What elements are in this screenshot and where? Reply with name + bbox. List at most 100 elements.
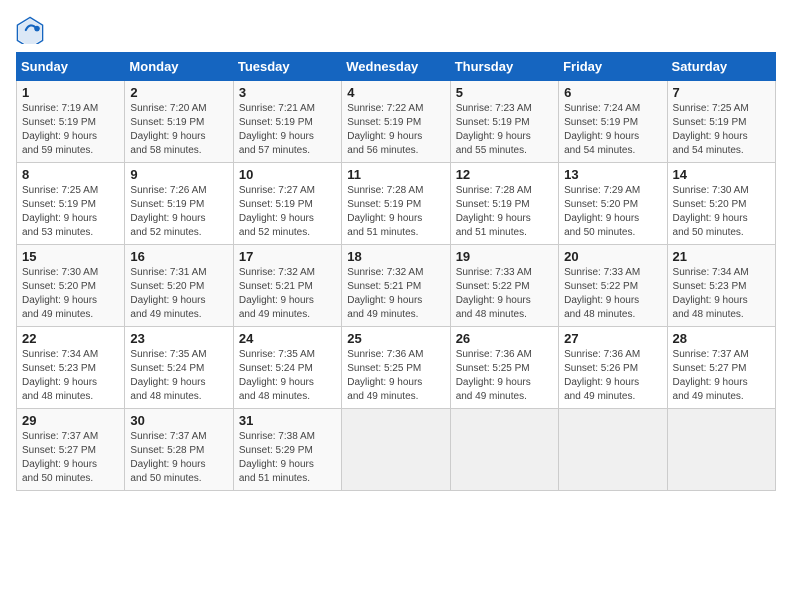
calendar-cell <box>450 409 558 491</box>
day-info: Sunrise: 7:27 AM Sunset: 5:19 PM Dayligh… <box>239 184 336 240</box>
day-info: Sunrise: 7:23 AM Sunset: 5:19 PM Dayligh… <box>456 102 553 158</box>
calendar-cell: 5 Sunrise: 7:23 AM Sunset: 5:19 PM Daylig… <box>450 81 558 163</box>
day-number: 14 <box>673 167 770 182</box>
calendar-cell: 30 Sunrise: 7:37 AM Sunset: 5:28 PM Dayli… <box>125 409 233 491</box>
day-info: Sunrise: 7:30 AM Sunset: 5:20 PM Dayligh… <box>673 184 770 240</box>
calendar-cell: 9 Sunrise: 7:26 AM Sunset: 5:19 PM Daylig… <box>125 163 233 245</box>
day-number: 12 <box>456 167 553 182</box>
day-number: 3 <box>239 85 336 100</box>
day-info: Sunrise: 7:34 AM Sunset: 5:23 PM Dayligh… <box>22 348 119 404</box>
day-number: 21 <box>673 249 770 264</box>
day-number: 11 <box>347 167 444 182</box>
day-info: Sunrise: 7:28 AM Sunset: 5:19 PM Dayligh… <box>347 184 444 240</box>
day-info: Sunrise: 7:31 AM Sunset: 5:20 PM Dayligh… <box>130 266 227 322</box>
day-info: Sunrise: 7:34 AM Sunset: 5:23 PM Dayligh… <box>673 266 770 322</box>
calendar-cell: 10 Sunrise: 7:27 AM Sunset: 5:19 PM Dayli… <box>233 163 341 245</box>
day-number: 5 <box>456 85 553 100</box>
col-header-friday: Friday <box>559 53 667 81</box>
calendar-cell: 12 Sunrise: 7:28 AM Sunset: 5:19 PM Dayli… <box>450 163 558 245</box>
calendar-cell: 24 Sunrise: 7:35 AM Sunset: 5:24 PM Dayli… <box>233 327 341 409</box>
day-info: Sunrise: 7:35 AM Sunset: 5:24 PM Dayligh… <box>239 348 336 404</box>
calendar-cell: 11 Sunrise: 7:28 AM Sunset: 5:19 PM Dayli… <box>342 163 450 245</box>
day-number: 28 <box>673 331 770 346</box>
day-number: 20 <box>564 249 661 264</box>
day-info: Sunrise: 7:26 AM Sunset: 5:19 PM Dayligh… <box>130 184 227 240</box>
day-info: Sunrise: 7:35 AM Sunset: 5:24 PM Dayligh… <box>130 348 227 404</box>
calendar-cell <box>667 409 775 491</box>
day-info: Sunrise: 7:28 AM Sunset: 5:19 PM Dayligh… <box>456 184 553 240</box>
day-number: 16 <box>130 249 227 264</box>
day-info: Sunrise: 7:37 AM Sunset: 5:27 PM Dayligh… <box>673 348 770 404</box>
day-info: Sunrise: 7:30 AM Sunset: 5:20 PM Dayligh… <box>22 266 119 322</box>
day-info: Sunrise: 7:21 AM Sunset: 5:19 PM Dayligh… <box>239 102 336 158</box>
calendar-cell: 21 Sunrise: 7:34 AM Sunset: 5:23 PM Dayli… <box>667 245 775 327</box>
calendar-cell: 8 Sunrise: 7:25 AM Sunset: 5:19 PM Daylig… <box>17 163 125 245</box>
day-number: 4 <box>347 85 444 100</box>
day-info: Sunrise: 7:33 AM Sunset: 5:22 PM Dayligh… <box>456 266 553 322</box>
day-number: 31 <box>239 413 336 428</box>
calendar-cell: 17 Sunrise: 7:32 AM Sunset: 5:21 PM Dayli… <box>233 245 341 327</box>
calendar-cell: 31Sunrise: 7:38 AM Sunset: 5:29 PM Dayli… <box>233 409 341 491</box>
day-number: 8 <box>22 167 119 182</box>
day-info: Sunrise: 7:36 AM Sunset: 5:26 PM Dayligh… <box>564 348 661 404</box>
col-header-monday: Monday <box>125 53 233 81</box>
calendar-cell: 16 Sunrise: 7:31 AM Sunset: 5:20 PM Dayli… <box>125 245 233 327</box>
day-number: 13 <box>564 167 661 182</box>
calendar-cell: 2 Sunrise: 7:20 AM Sunset: 5:19 PM Daylig… <box>125 81 233 163</box>
day-number: 17 <box>239 249 336 264</box>
day-number: 10 <box>239 167 336 182</box>
day-info: Sunrise: 7:24 AM Sunset: 5:19 PM Dayligh… <box>564 102 661 158</box>
day-info: Sunrise: 7:32 AM Sunset: 5:21 PM Dayligh… <box>239 266 336 322</box>
col-header-sunday: Sunday <box>17 53 125 81</box>
calendar-cell: 27 Sunrise: 7:36 AM Sunset: 5:26 PM Dayli… <box>559 327 667 409</box>
col-header-wednesday: Wednesday <box>342 53 450 81</box>
day-number: 6 <box>564 85 661 100</box>
day-info: Sunrise: 7:32 AM Sunset: 5:21 PM Dayligh… <box>347 266 444 322</box>
calendar-cell: 25 Sunrise: 7:36 AM Sunset: 5:25 PM Dayli… <box>342 327 450 409</box>
day-number: 9 <box>130 167 227 182</box>
calendar-cell: 13 Sunrise: 7:29 AM Sunset: 5:20 PM Dayli… <box>559 163 667 245</box>
day-info: Sunrise: 7:19 AM Sunset: 5:19 PM Dayligh… <box>22 102 119 158</box>
calendar-cell: 26 Sunrise: 7:36 AM Sunset: 5:25 PM Dayli… <box>450 327 558 409</box>
day-info: Sunrise: 7:37 AM Sunset: 5:27 PM Dayligh… <box>22 430 119 486</box>
col-header-saturday: Saturday <box>667 53 775 81</box>
col-header-thursday: Thursday <box>450 53 558 81</box>
calendar-cell: 4Sunrise: 7:22 AM Sunset: 5:19 PM Daylig… <box>342 81 450 163</box>
calendar-cell: 6 Sunrise: 7:24 AM Sunset: 5:19 PM Daylig… <box>559 81 667 163</box>
day-number: 22 <box>22 331 119 346</box>
day-info: Sunrise: 7:36 AM Sunset: 5:25 PM Dayligh… <box>456 348 553 404</box>
calendar-cell: 15 Sunrise: 7:30 AM Sunset: 5:20 PM Dayli… <box>17 245 125 327</box>
day-number: 26 <box>456 331 553 346</box>
day-info: Sunrise: 7:37 AM Sunset: 5:28 PM Dayligh… <box>130 430 227 486</box>
calendar-cell: 29 Sunrise: 7:37 AM Sunset: 5:27 PM Dayli… <box>17 409 125 491</box>
day-number: 25 <box>347 331 444 346</box>
day-number: 29 <box>22 413 119 428</box>
day-number: 30 <box>130 413 227 428</box>
day-number: 23 <box>130 331 227 346</box>
calendar-cell: 20 Sunrise: 7:33 AM Sunset: 5:22 PM Dayli… <box>559 245 667 327</box>
day-number: 27 <box>564 331 661 346</box>
logo-icon <box>16 16 44 44</box>
calendar-cell <box>559 409 667 491</box>
calendar-cell: 22 Sunrise: 7:34 AM Sunset: 5:23 PM Dayli… <box>17 327 125 409</box>
calendar-cell <box>342 409 450 491</box>
day-number: 15 <box>22 249 119 264</box>
day-info: Sunrise: 7:20 AM Sunset: 5:19 PM Dayligh… <box>130 102 227 158</box>
day-info: Sunrise: 7:33 AM Sunset: 5:22 PM Dayligh… <box>564 266 661 322</box>
calendar-cell: 14 Sunrise: 7:30 AM Sunset: 5:20 PM Dayli… <box>667 163 775 245</box>
day-info: Sunrise: 7:36 AM Sunset: 5:25 PM Dayligh… <box>347 348 444 404</box>
page-header <box>16 16 776 44</box>
calendar-cell: 19 Sunrise: 7:33 AM Sunset: 5:22 PM Dayli… <box>450 245 558 327</box>
calendar-cell: 3 Sunrise: 7:21 AM Sunset: 5:19 PM Daylig… <box>233 81 341 163</box>
day-number: 2 <box>130 85 227 100</box>
calendar-cell: 28 Sunrise: 7:37 AM Sunset: 5:27 PM Dayli… <box>667 327 775 409</box>
day-number: 19 <box>456 249 553 264</box>
day-info: Sunrise: 7:29 AM Sunset: 5:20 PM Dayligh… <box>564 184 661 240</box>
calendar-cell: 7Sunrise: 7:25 AM Sunset: 5:19 PM Daylig… <box>667 81 775 163</box>
day-number: 24 <box>239 331 336 346</box>
day-info: Sunrise: 7:25 AM Sunset: 5:19 PM Dayligh… <box>673 102 770 158</box>
logo <box>16 16 48 44</box>
day-info: Sunrise: 7:25 AM Sunset: 5:19 PM Dayligh… <box>22 184 119 240</box>
col-header-tuesday: Tuesday <box>233 53 341 81</box>
calendar-cell: 18Sunrise: 7:32 AM Sunset: 5:21 PM Dayli… <box>342 245 450 327</box>
